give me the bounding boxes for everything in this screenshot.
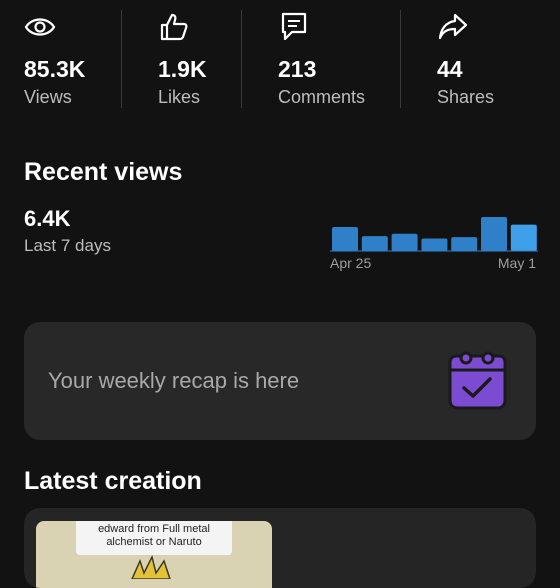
comment-icon <box>281 12 307 41</box>
bar-chart: Apr 25 May 1 <box>330 217 538 271</box>
comments-value: 213 <box>278 56 317 82</box>
caption-line-2: alchemist or Naruto <box>106 536 202 548</box>
latest-creation-card[interactable]: edward from Full metal alchemist or Naru… <box>24 508 536 588</box>
x-tick-start: Apr 25 <box>330 255 371 271</box>
likes-value: 1.9K <box>158 56 207 82</box>
recent-views-value: 6.4K <box>24 206 71 231</box>
thumbs-up-icon <box>160 13 188 41</box>
latest-creation-title: Latest creation <box>24 467 202 495</box>
likes-label: Likes <box>158 87 201 107</box>
shares-value: 44 <box>437 56 463 82</box>
chart-bar <box>481 217 507 251</box>
comments-label: Comments <box>278 87 366 107</box>
recent-views-period: Last 7 days <box>24 236 111 255</box>
views-label: Views <box>24 87 72 107</box>
thumbnail-art <box>131 555 171 579</box>
weekly-recap-text: Your weekly recap is here <box>48 368 300 393</box>
views-value: 85.3K <box>24 56 86 82</box>
divider <box>121 10 122 108</box>
weekly-recap-card[interactable]: Your weekly recap is here <box>24 322 536 440</box>
chart-bar <box>421 238 448 251</box>
caption-line-1: edward from Full metal <box>98 523 210 535</box>
chart-bar <box>361 236 388 251</box>
chart-bar <box>510 224 537 251</box>
recent-views-chart[interactable]: Apr 25 May 1 <box>326 196 540 276</box>
shares-label: Shares <box>437 87 495 107</box>
calendar-check-icon <box>448 351 507 410</box>
divider <box>241 10 242 108</box>
divider <box>400 10 401 108</box>
creation-thumbnail[interactable]: edward from Full metal alchemist or Naru… <box>36 521 272 588</box>
chart-bar <box>332 227 358 251</box>
thumbnail-caption: edward from Full metal alchemist or Naru… <box>76 521 232 555</box>
x-tick-end: May 1 <box>498 255 536 271</box>
share-icon <box>438 13 468 40</box>
chart-bar <box>391 233 418 251</box>
eye-icon <box>24 18 56 36</box>
chart-bar <box>451 237 478 251</box>
stats-row: 85.3K Views 1.9K Likes 213 Comments 44 S… <box>0 0 560 110</box>
recent-views-title: Recent views <box>24 158 183 186</box>
